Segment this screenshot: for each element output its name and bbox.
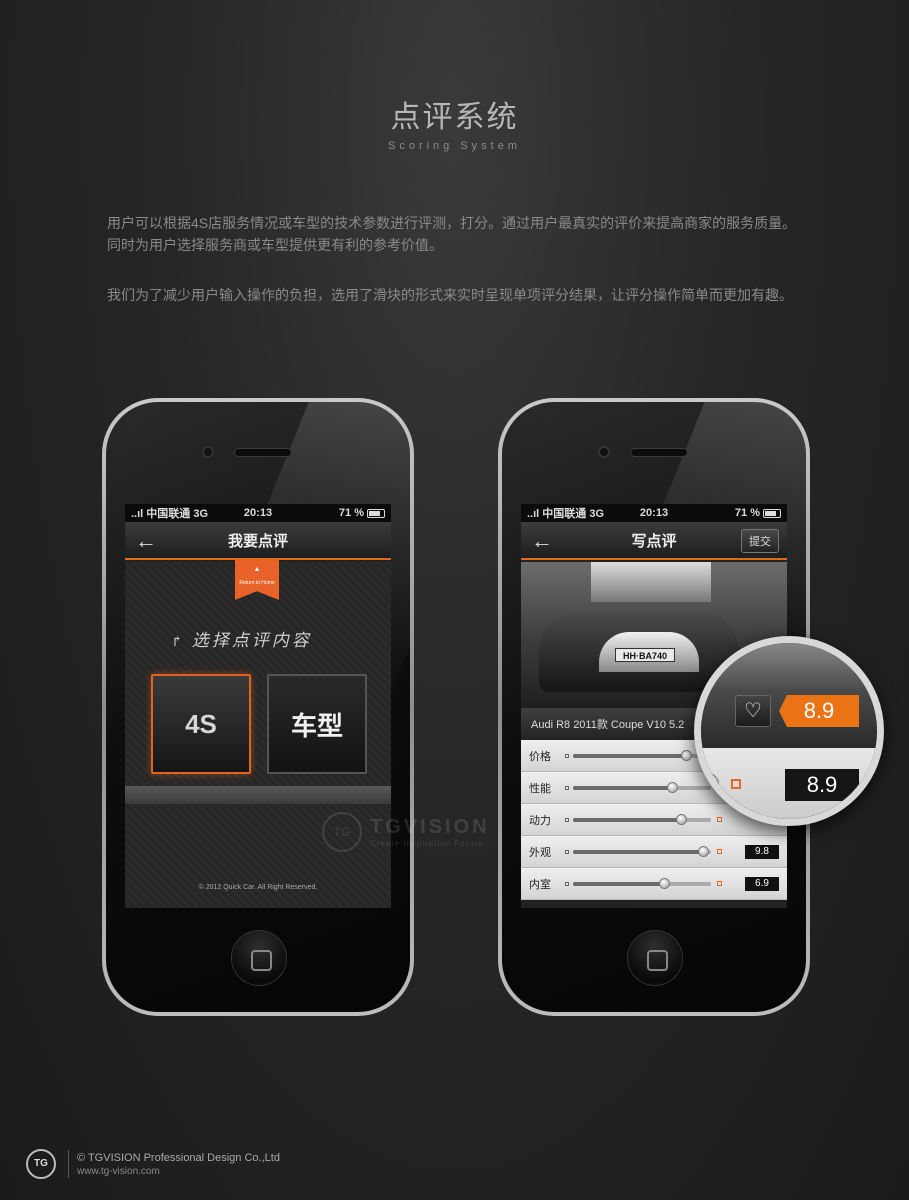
footer-website[interactable]: www.tg-vision.com	[77, 1166, 160, 1177]
rating-slider[interactable]	[573, 877, 711, 889]
header-title: 点评系统	[390, 100, 519, 135]
item-score-zoom: 8.9	[785, 769, 859, 801]
back-arrow-icon[interactable]: ←	[531, 528, 553, 554]
magnifier-callout: ♡ 8.9 8.9	[694, 636, 884, 826]
rating-slider[interactable]	[573, 749, 711, 761]
page-title: 写点评	[631, 531, 677, 550]
left-body: Return to Home ↱ 选择点评内容 4S 车型 © 2012 Quic…	[125, 560, 391, 908]
watermark: TG TGVISION Create Inspiration Future	[322, 812, 490, 852]
choose-content-text: 选择点评内容	[191, 631, 312, 651]
nav-bar: ← 写点评 提交	[521, 522, 787, 560]
clock: 20:13	[243, 507, 273, 519]
rating-slider[interactable]	[573, 781, 711, 793]
heart-icon[interactable]: ♡	[735, 695, 771, 727]
battery-icon	[763, 508, 781, 518]
rating-label: 性能	[529, 782, 551, 795]
slider-end-marker	[731, 779, 741, 789]
submit-button[interactable]: 提交	[741, 529, 779, 553]
shelf-divider	[125, 786, 391, 804]
garage-light	[591, 562, 711, 602]
home-button[interactable]	[627, 930, 683, 986]
battery-icon	[367, 508, 385, 518]
slider-fill	[573, 849, 703, 854]
watermark-logo: TG	[322, 812, 362, 852]
header-subtitle: Scoring System	[387, 140, 522, 152]
license-plate: HH·BA740	[615, 648, 675, 662]
rating-label: 动力	[529, 814, 551, 827]
speaker-grille	[234, 448, 292, 457]
rating-row: 外观 9.8	[521, 836, 787, 868]
description-line-3: 我们为了减少用户输入操作的负担，选用了滑块的形式来实时呈现单项评分结果，让评分操…	[107, 287, 793, 303]
footer-divider	[68, 1150, 69, 1178]
rating-label: 外观	[529, 846, 551, 859]
slider-knob[interactable]	[697, 845, 709, 857]
slider-min-marker	[565, 881, 569, 886]
curl-arrow-icon: ↱	[171, 634, 186, 650]
slider-max-marker	[717, 849, 722, 854]
page-title: 我要点评	[227, 531, 288, 550]
tile-4s-button[interactable]: 4S	[151, 674, 251, 774]
slider-fill	[573, 785, 673, 790]
slider-fill	[573, 753, 687, 758]
tile-car-model-button[interactable]: 车型	[267, 674, 367, 774]
slider-min-marker	[565, 753, 569, 758]
slider-knob[interactable]	[675, 813, 687, 825]
rating-value: 9.8	[745, 844, 779, 859]
rating-label: 价格	[529, 750, 551, 763]
camera-icon	[598, 446, 610, 458]
description-line-1: 用户可以根据4S店服务情况或车型的技术参数进行评测，打分。通过用户最真实的评价来…	[107, 215, 797, 231]
rating-slider[interactable]	[573, 845, 711, 857]
camera-icon	[202, 446, 214, 458]
slider-max-marker	[717, 881, 722, 886]
slider-fill	[573, 881, 665, 886]
left-phone: ..ıl 中国联通 3G 20:13 71 % ← 我要点评 Return to…	[102, 398, 414, 1016]
slider-min-marker	[565, 785, 569, 790]
nav-bar: ← 我要点评	[125, 522, 391, 560]
speaker-grille	[630, 448, 688, 457]
slider-min-marker	[565, 849, 569, 854]
rating-row: 内室 6.9	[521, 868, 787, 900]
home-button[interactable]	[231, 930, 287, 986]
slider-fill	[573, 817, 681, 822]
slider-knob[interactable]	[659, 877, 671, 889]
slider-min-marker	[565, 817, 569, 822]
footer-logo: TG	[26, 1149, 56, 1179]
overall-score-badge: 8.9	[779, 695, 859, 727]
copyright-footer: © 2012 Quick Car. All Right Reserved.	[198, 884, 318, 891]
status-bar: ..ıl 中国联通 3G 20:13 71 %	[125, 504, 391, 522]
footer-company: © TGVISION Professional Design Co.,Ltd	[77, 1152, 280, 1164]
rating-slider[interactable]	[573, 813, 711, 825]
description-line-2: 同时为用户选择服务商或车型提供更有利的参考价值。	[107, 237, 443, 253]
clock: 20:13	[639, 507, 669, 519]
status-bar: ..ıl 中国联通 3G 20:13 71 %	[521, 504, 787, 522]
watermark-tagline: Create Inspiration Future	[370, 839, 484, 848]
back-arrow-icon[interactable]: ←	[135, 528, 157, 554]
slider-knob-zoom[interactable]	[701, 773, 719, 795]
rating-label: 内室	[529, 878, 551, 891]
choose-content-label: ↱ 选择点评内容	[171, 626, 312, 651]
slider-knob[interactable]	[681, 749, 693, 761]
rating-value: 6.9	[745, 876, 779, 891]
watermark-brand: TGVISION	[370, 816, 490, 838]
slider-knob[interactable]	[667, 781, 679, 793]
return-home-ribbon[interactable]: Return to Home	[235, 560, 279, 600]
